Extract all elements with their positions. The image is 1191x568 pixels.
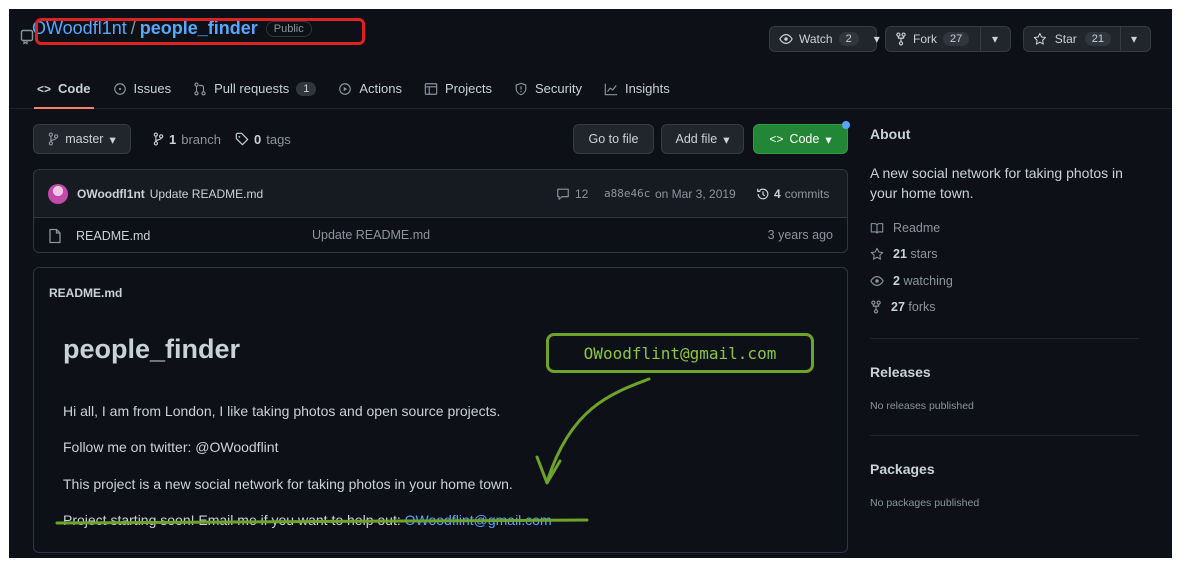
about-description: A new social network for taking photos i… <box>870 163 1123 203</box>
watching-count: 2 <box>893 274 900 288</box>
eye-icon <box>870 276 884 286</box>
forks-count: 27 <box>891 300 905 314</box>
packages-heading[interactable]: Packages <box>870 461 935 477</box>
watching-link[interactable]: 2 watching <box>870 274 953 288</box>
releases-heading[interactable]: Releases <box>870 364 931 380</box>
watching-word: watching <box>903 274 953 288</box>
releases-empty-text: No releases published <box>870 400 974 412</box>
stars-word: stars <box>910 247 938 261</box>
annotation-arrow-icon <box>55 377 651 525</box>
github-repo-page: OWoodfl1nt / people_finder Public Watch … <box>9 9 1172 558</box>
about-description-line: A new social network for taking photos i… <box>870 165 1123 181</box>
sidebar-divider <box>870 338 1139 339</box>
stars-count: 21 <box>893 247 907 261</box>
forks-link[interactable]: 27 forks <box>870 300 935 314</box>
readme-link-label: Readme <box>893 221 941 235</box>
readme-link[interactable]: Readme <box>870 221 940 235</box>
forks-word: forks <box>908 300 936 314</box>
about-description-line: your home town. <box>870 185 974 201</box>
about-heading: About <box>870 126 911 142</box>
packages-empty-text: No packages published <box>870 497 980 509</box>
fork-icon <box>871 300 881 314</box>
stars-link[interactable]: 21 stars <box>870 247 937 261</box>
star-icon <box>870 247 884 260</box>
book-icon <box>870 223 884 234</box>
sidebar-divider <box>870 435 1139 436</box>
